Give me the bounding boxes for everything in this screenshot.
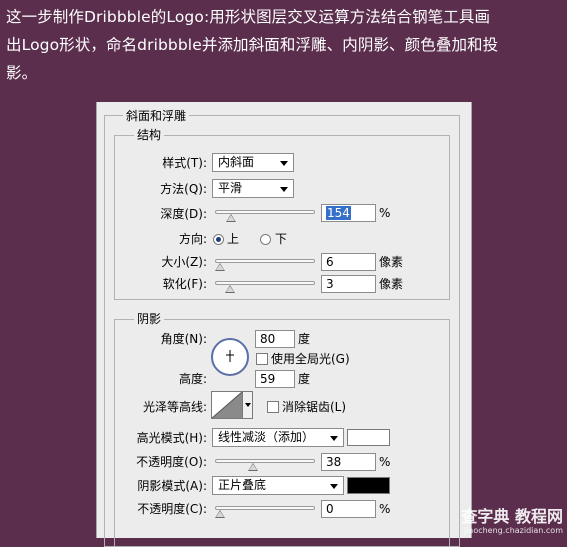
bevel-emboss-panel: 斜面和浮雕 结构 样式(T): 内斜面 方法(Q): 平滑 深度(D): 154… bbox=[96, 102, 472, 547]
intro-text: 这一步制作Dribbble的Logo:用形状图层交叉运算方法结合钢笔工具画 出L… bbox=[6, 3, 562, 87]
depth-input[interactable]: 154 bbox=[321, 204, 376, 222]
watermark: 查字典 教程网 jiaocheng.chazidian.com bbox=[461, 507, 563, 536]
angle-crosshair-icon bbox=[226, 350, 234, 362]
gloss-contour-label: 光泽等高线: bbox=[142, 400, 207, 414]
shadow-opacity-slider[interactable] bbox=[215, 506, 315, 518]
soften-unit: 像素 bbox=[379, 277, 404, 291]
soften-label: 软化(F): bbox=[162, 277, 207, 291]
size-slider[interactable] bbox=[215, 259, 315, 271]
chevron-down-icon bbox=[280, 187, 288, 192]
shading-legend: 阴影 bbox=[134, 312, 165, 326]
direction-label: 方向: bbox=[178, 232, 207, 246]
intro-line-2: 出Logo形状，命名dribbble并添加斜面和浮雕、内阴影、颜色叠加和投 bbox=[6, 36, 499, 54]
soften-slider-thumb[interactable] bbox=[225, 285, 235, 293]
highlight-opacity-input[interactable]: 38 bbox=[321, 453, 376, 471]
soften-input[interactable]: 3 bbox=[321, 275, 376, 293]
shadow-opacity-unit: % bbox=[379, 502, 391, 516]
global-light-label: 使用全局光(G) bbox=[271, 352, 350, 366]
intro-line-1: 这一步制作Dribbble的Logo:用形状图层交叉运算方法结合钢笔工具画 bbox=[6, 8, 491, 26]
shadow-opacity-thumb[interactable] bbox=[215, 510, 225, 518]
direction-up-radio[interactable] bbox=[213, 234, 224, 245]
structure-legend: 结构 bbox=[134, 128, 165, 142]
style-select[interactable]: 内斜面 bbox=[212, 153, 294, 172]
direction-down-radio[interactable] bbox=[260, 234, 271, 245]
gloss-contour-swatch[interactable] bbox=[211, 391, 243, 419]
depth-slider[interactable] bbox=[215, 210, 315, 222]
soften-slider[interactable] bbox=[215, 281, 315, 293]
highlight-mode-label: 高光模式(H): bbox=[136, 431, 207, 445]
technique-select-value: 平滑 bbox=[218, 181, 243, 195]
size-unit: 像素 bbox=[379, 255, 404, 269]
size-label: 大小(Z): bbox=[161, 255, 207, 269]
style-select-value: 内斜面 bbox=[218, 155, 255, 169]
intro-line-3: 影。 bbox=[6, 64, 38, 82]
highlight-opacity-slider[interactable] bbox=[215, 459, 315, 471]
direction-up-label: 上 bbox=[227, 232, 240, 246]
shadow-mode-label: 阴影模式(A): bbox=[137, 479, 207, 493]
highlight-opacity-unit: % bbox=[379, 455, 391, 469]
shadow-mode-value: 正片叠底 bbox=[218, 478, 267, 492]
angle-unit: 度 bbox=[298, 332, 311, 346]
highlight-color-swatch[interactable] bbox=[347, 429, 390, 446]
panel-title: 斜面和浮雕 bbox=[123, 109, 190, 123]
highlight-mode-select[interactable]: 线性减淡（添加） bbox=[212, 428, 344, 447]
antialias-checkbox[interactable] bbox=[267, 401, 279, 413]
shadow-color-swatch[interactable] bbox=[347, 477, 390, 494]
depth-unit: % bbox=[379, 206, 391, 220]
highlight-opacity-thumb[interactable] bbox=[248, 463, 258, 471]
global-light-checkbox[interactable] bbox=[256, 353, 268, 365]
altitude-input[interactable]: 59 bbox=[255, 370, 295, 388]
style-label: 样式(T): bbox=[162, 156, 207, 170]
watermark-main: 查字典 教程网 bbox=[461, 507, 563, 526]
antialias-label: 消除锯齿(L) bbox=[282, 400, 347, 414]
contour-curve-icon bbox=[212, 392, 242, 418]
altitude-label: 高度: bbox=[178, 372, 207, 386]
depth-value: 154 bbox=[326, 206, 351, 220]
size-input[interactable]: 6 bbox=[321, 253, 376, 271]
depth-label: 深度(D): bbox=[160, 207, 207, 221]
gloss-contour-dropdown[interactable] bbox=[243, 391, 253, 419]
technique-label: 方法(Q): bbox=[160, 182, 207, 196]
shadow-mode-select[interactable]: 正片叠底 bbox=[212, 476, 344, 495]
angle-input[interactable]: 80 bbox=[255, 330, 295, 348]
altitude-unit: 度 bbox=[298, 372, 311, 386]
depth-slider-thumb[interactable] bbox=[226, 214, 237, 222]
direction-down-label: 下 bbox=[275, 232, 288, 246]
chevron-down-icon bbox=[330, 484, 338, 489]
highlight-opacity-label: 不透明度(O): bbox=[136, 455, 207, 469]
watermark-sub: jiaocheng.chazidian.com bbox=[463, 526, 563, 535]
angle-dial[interactable] bbox=[211, 338, 249, 376]
chevron-down-icon bbox=[280, 161, 288, 166]
size-slider-thumb[interactable] bbox=[215, 263, 225, 271]
shadow-opacity-input[interactable]: 0 bbox=[321, 500, 376, 518]
highlight-mode-value: 线性减淡（添加） bbox=[218, 430, 315, 444]
chevron-down-icon bbox=[330, 436, 338, 441]
technique-select[interactable]: 平滑 bbox=[212, 179, 294, 198]
shadow-opacity-label: 不透明度(C): bbox=[137, 502, 207, 516]
angle-label: 角度(N): bbox=[160, 332, 207, 346]
